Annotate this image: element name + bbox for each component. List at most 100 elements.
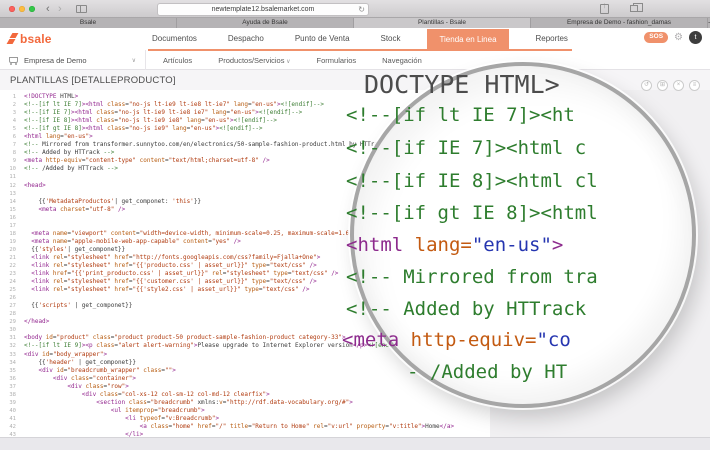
- browser-tab-strip: BsaleAyuda de BsalePlantillas - BsaleEmp…: [0, 18, 708, 28]
- line-number: 34: [0, 359, 16, 367]
- subnav-item[interactable]: Productos/Servicios ∨: [218, 56, 290, 65]
- line-number: 10: [0, 165, 16, 173]
- zoom-window-button[interactable]: [29, 6, 35, 12]
- sub-nav: Artículos Productos/Servicios ∨ Formulario…: [163, 50, 422, 70]
- line-number: 26: [0, 294, 16, 302]
- subnav-item[interactable]: Artículos: [163, 56, 192, 65]
- cart-icon: [9, 57, 18, 63]
- subnav-item[interactable]: Navegación: [382, 56, 422, 65]
- browser-toolbar: ‹ › newtemplate12.bsalemarket.com ↻: [0, 0, 710, 18]
- back-icon[interactable]: ‹: [46, 1, 50, 17]
- line-number: 21: [0, 254, 16, 262]
- line-number: 31: [0, 334, 16, 342]
- line-number: 14: [0, 198, 16, 206]
- line-number: 41: [0, 415, 16, 423]
- company-name: Empresa de Demo: [24, 56, 87, 65]
- avatar[interactable]: t: [689, 31, 702, 44]
- line-number: 11: [0, 173, 16, 181]
- subnav-item[interactable]: Formularios: [317, 56, 357, 65]
- tab-overview-icon[interactable]: [630, 5, 638, 12]
- nav-item[interactable]: Punto de Venta: [291, 28, 354, 50]
- nav-item[interactable]: Reportes: [531, 28, 571, 50]
- nav-item[interactable]: Stock: [376, 28, 404, 50]
- line-number: 5: [0, 125, 16, 133]
- line-number: 24: [0, 278, 16, 286]
- bsale-logo[interactable]: bsale: [8, 32, 52, 46]
- close-window-button[interactable]: [9, 6, 15, 12]
- line-number: 32: [0, 342, 16, 350]
- header-actions: SOS ⚙ t: [644, 31, 702, 44]
- copy-icon[interactable]: ⊞: [657, 80, 668, 91]
- line-number: 7: [0, 141, 16, 149]
- nav-item[interactable]: Documentos: [148, 28, 201, 50]
- gear-icon[interactable]: ⚙: [674, 33, 683, 43]
- undo-icon[interactable]: ↺: [641, 80, 652, 91]
- chevron-down-icon: ∨: [284, 59, 290, 65]
- main-nav: Documentos Despacho Punto de Venta Stock Tie…: [148, 28, 572, 50]
- line-number: 27: [0, 302, 16, 310]
- line-number: 42: [0, 423, 16, 431]
- line-number: 9: [0, 157, 16, 165]
- logo-text: bsale: [20, 32, 52, 46]
- line-number: 19: [0, 238, 16, 246]
- nav-item[interactable]: Despacho: [224, 28, 268, 50]
- line-number-gutter: 1234567891011121314151617181920212223242…: [0, 90, 20, 437]
- line-number: 8: [0, 149, 16, 157]
- menu-icon[interactable]: ≡: [689, 80, 700, 91]
- code-line: <div class="container">: [24, 375, 490, 383]
- editor-toolbar: ↺ ⊞ × ≡: [641, 80, 700, 91]
- url-text: newtemplate12.bsalemarket.com: [212, 6, 315, 13]
- bolt-icon: [8, 33, 17, 45]
- share-icon[interactable]: [600, 4, 609, 14]
- code-line: <div class="col-xs-12 col-sm-12 col-md-1…: [24, 391, 490, 399]
- address-bar[interactable]: newtemplate12.bsalemarket.com ↻: [157, 3, 369, 16]
- line-number: 12: [0, 182, 16, 190]
- line-number: 35: [0, 367, 16, 375]
- page-title: PLANTILLAS [DETALLEPRODUCTO]: [10, 75, 176, 86]
- line-number: 15: [0, 206, 16, 214]
- line-number: 4: [0, 117, 16, 125]
- code-line: <a class="home" href="/" title="Return t…: [24, 423, 490, 431]
- line-number: 6: [0, 133, 16, 141]
- line-number: 20: [0, 246, 16, 254]
- line-number: 17: [0, 222, 16, 230]
- line-number: 33: [0, 351, 16, 359]
- nav-item[interactable]: Tienda en Linea: [427, 29, 508, 50]
- line-number: 30: [0, 326, 16, 334]
- line-number: 3: [0, 109, 16, 117]
- line-number: 25: [0, 286, 16, 294]
- line-number: 2: [0, 101, 16, 109]
- reload-icon[interactable]: ↻: [358, 5, 365, 15]
- line-number: 13: [0, 190, 16, 198]
- line-number: 39: [0, 399, 16, 407]
- line-number: 23: [0, 270, 16, 278]
- magnifier-lens: [350, 62, 696, 408]
- code-line: <li typeof="v:Breadcrumb">: [24, 415, 490, 423]
- code-line: <ul itemprop="breadcrumb">: [24, 407, 490, 415]
- code-line: <div class="row">: [24, 383, 490, 391]
- bottom-strip: [0, 437, 710, 450]
- line-number: 40: [0, 407, 16, 415]
- code-line: <section class="breadcrumb" xmlns:v="htt…: [24, 399, 490, 407]
- company-selector[interactable]: Empresa de Demo ∨: [0, 50, 146, 70]
- line-number: 16: [0, 214, 16, 222]
- nav-accent-line: [148, 49, 572, 51]
- browser-tab[interactable]: Empresa de Demo - fashion_damas: [531, 18, 708, 28]
- chevron-down-icon: ∨: [132, 57, 136, 64]
- line-number: 18: [0, 230, 16, 238]
- browser-tab[interactable]: Bsale: [0, 18, 177, 28]
- browser-tab[interactable]: Ayuda de Bsale: [177, 18, 354, 28]
- close-icon[interactable]: ×: [673, 80, 684, 91]
- sub-header: Empresa de Demo ∨ Artículos Productos/Ser…: [0, 50, 710, 70]
- line-number: 29: [0, 318, 16, 326]
- line-number: 38: [0, 391, 16, 399]
- app-header: bsale Documentos Despacho Punto de Venta St…: [0, 28, 710, 50]
- forward-icon[interactable]: ›: [58, 1, 62, 17]
- tab-strip: BsaleAyuda de BsalePlantillas - BsaleEmp…: [0, 18, 710, 28]
- sos-badge[interactable]: SOS: [644, 32, 668, 44]
- browser-tab[interactable]: Plantillas - Bsale: [354, 18, 531, 28]
- line-number: 1: [0, 93, 16, 101]
- sidebar-icon[interactable]: [76, 5, 87, 13]
- line-number: 37: [0, 383, 16, 391]
- minimize-window-button[interactable]: [19, 6, 25, 12]
